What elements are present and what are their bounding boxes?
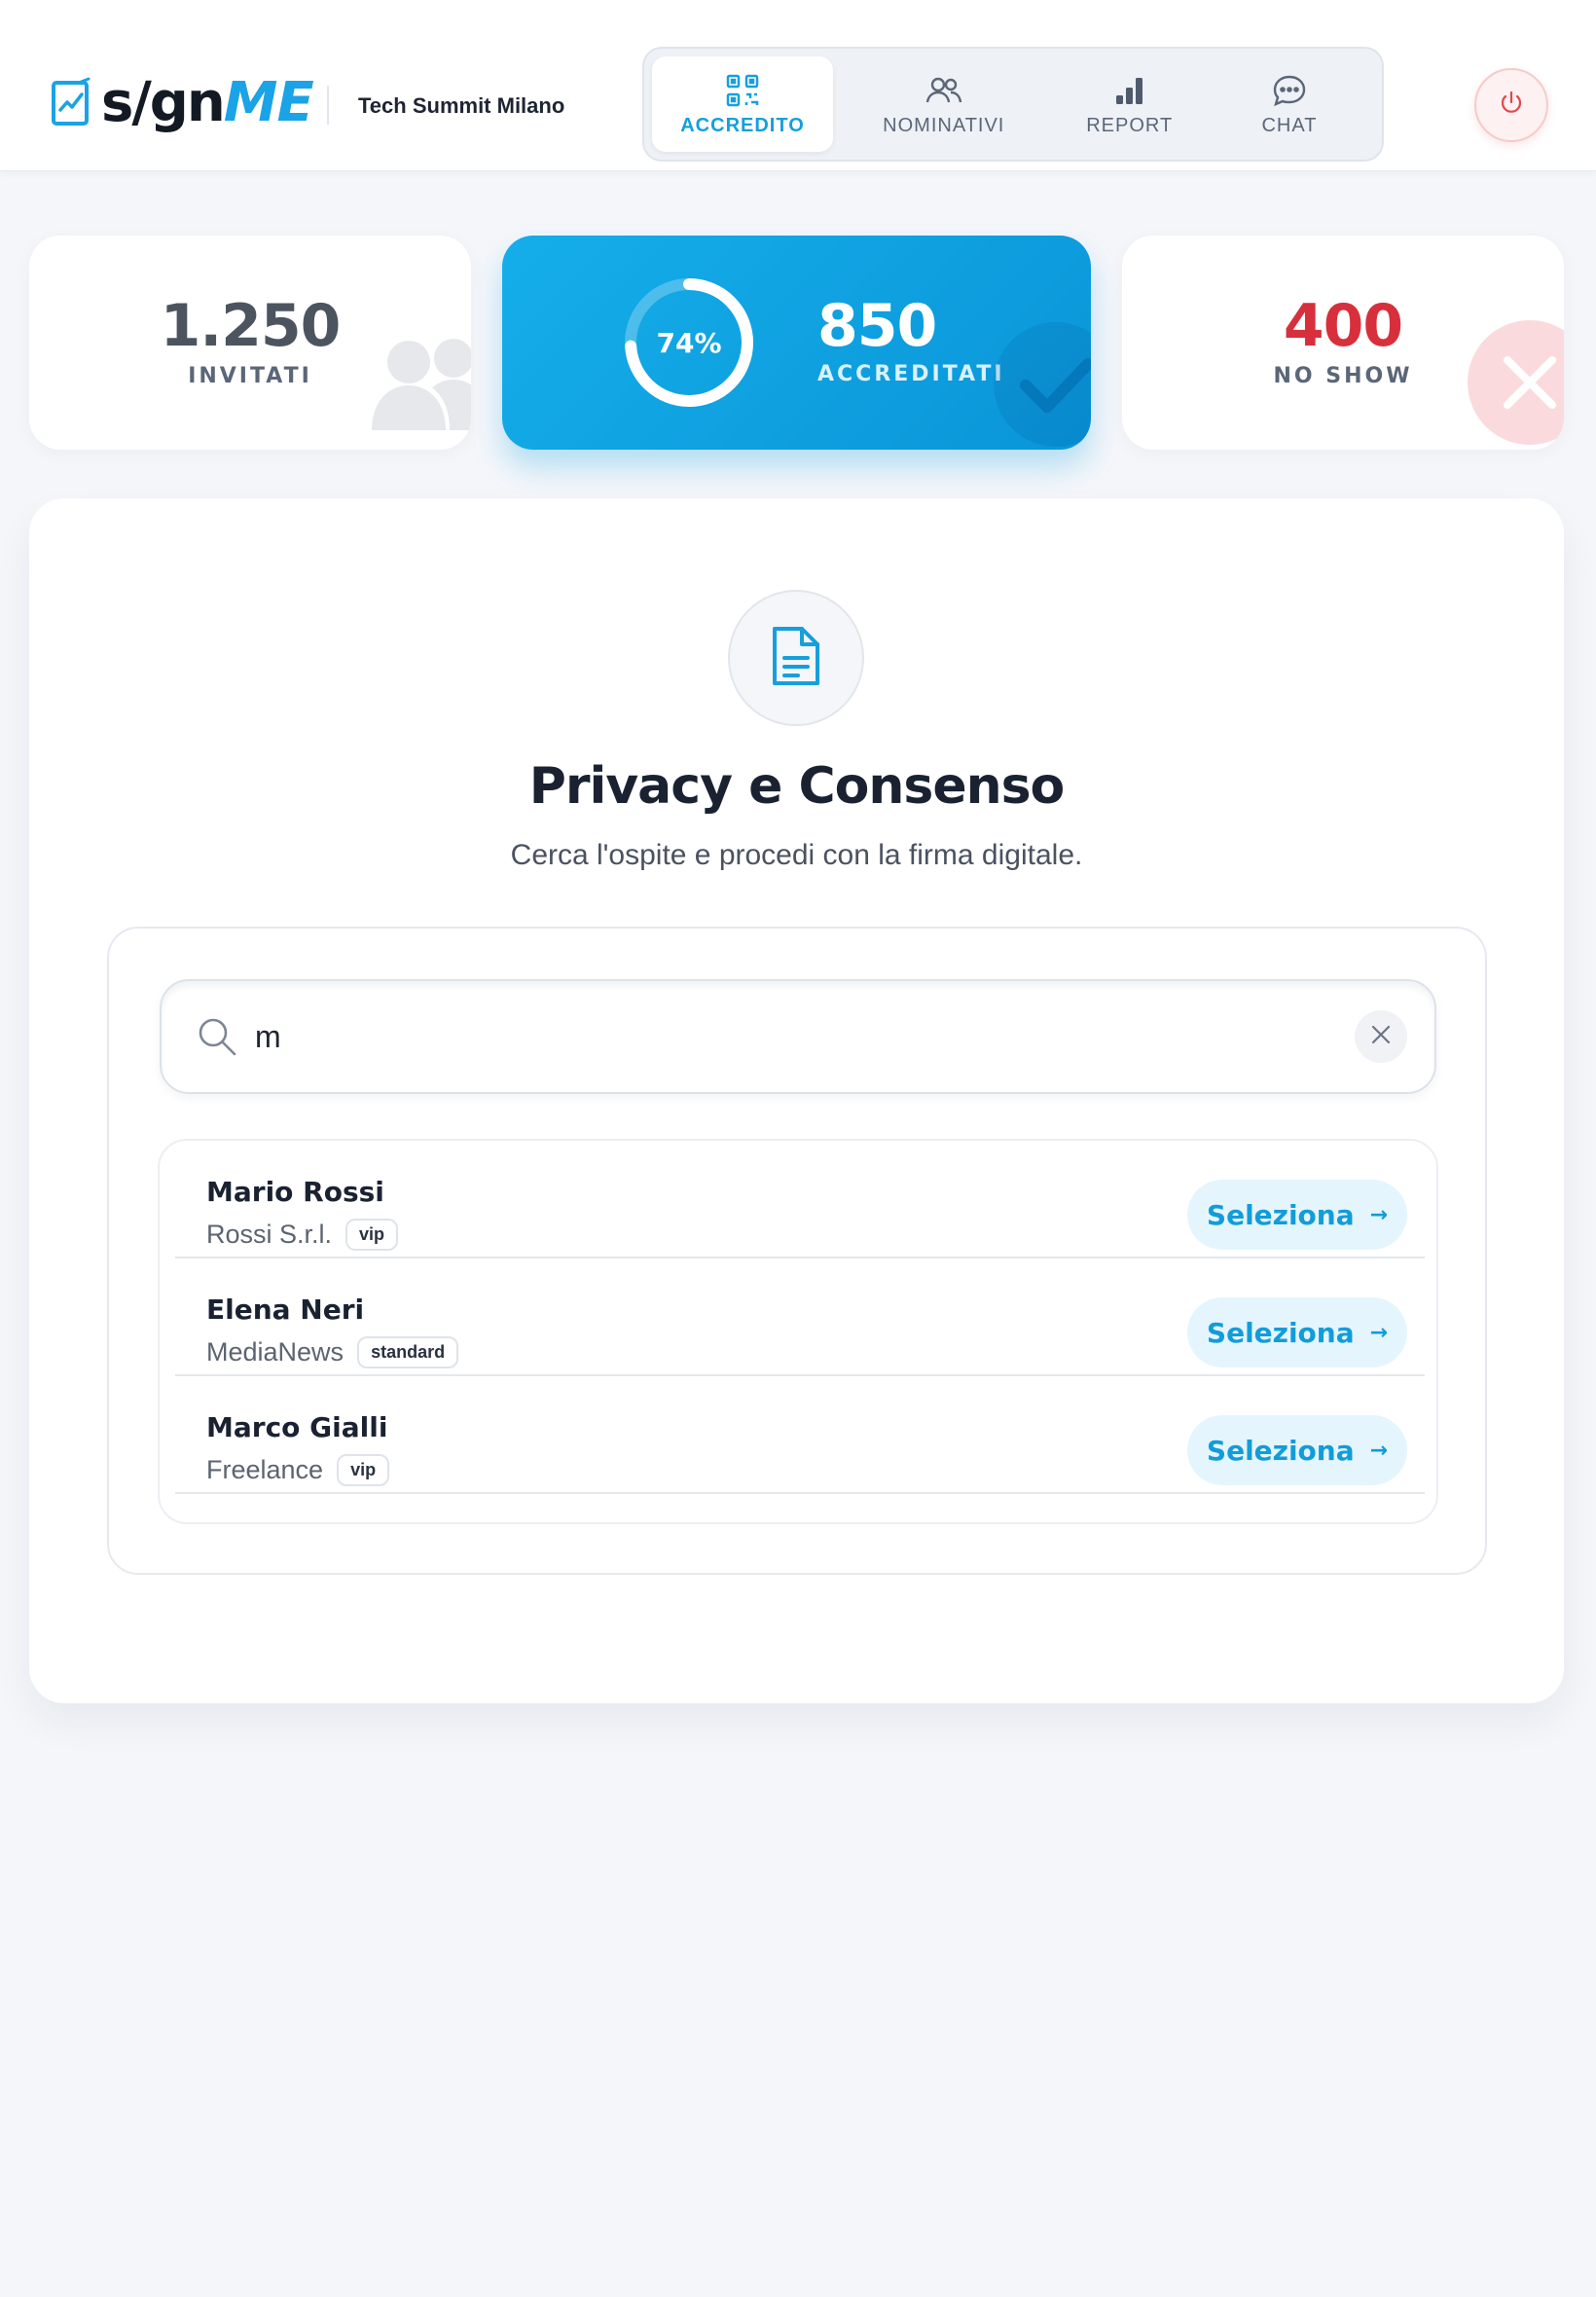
guest-name: Mario Rossi [206, 1176, 384, 1208]
close-icon [1467, 319, 1564, 450]
event-name: Tech Summit Milano [358, 93, 565, 118]
header-divider [327, 86, 329, 125]
qr-code-icon [725, 72, 760, 109]
app-logo[interactable]: s/gn ME [49, 68, 314, 136]
guest-type-badge: vip [337, 1454, 390, 1486]
users-icon [925, 72, 962, 109]
page-title: Privacy e Consenso [528, 757, 1066, 816]
guest-meta: MediaNews standard [206, 1336, 459, 1368]
stat-card-invited: 1.250 INVITATI [29, 236, 471, 450]
select-button-label: Seleziona [1206, 1434, 1355, 1467]
guest-company: Rossi S.r.l. [206, 1220, 333, 1249]
guest-type-badge: standard [357, 1336, 459, 1368]
document-badge [728, 590, 864, 726]
search-panel: Mario Rossi Rossi S.r.l. vip Seleziona →… [107, 927, 1487, 1575]
stat-card-accredited: 74% 850 ACCREDITATI [502, 236, 1091, 450]
stat-card-no-show: 400 NO SHOW [1122, 236, 1564, 450]
search-input[interactable] [255, 1010, 1306, 1063]
list-item: Elena Neri MediaNews standard Seleziona … [175, 1258, 1425, 1376]
tab-chat-label: CHAT [1261, 114, 1318, 136]
tab-accredito[interactable]: ACCREDITO [652, 56, 833, 152]
document-icon [769, 623, 823, 694]
arrow-right-icon: → [1369, 1320, 1389, 1345]
tab-nominativi[interactable]: NOMINATIVI [833, 56, 1055, 152]
main-nav: ACCREDITO NOMINATIVI REPORT CHAT [642, 47, 1384, 162]
bar-chart-icon [1113, 72, 1146, 109]
guest-name: Marco Gialli [206, 1411, 388, 1443]
privacy-consent-card: Privacy e Consenso Cerca l'ospite e proc… [29, 498, 1564, 1703]
search-results-list: Mario Rossi Rossi S.r.l. vip Seleziona →… [158, 1139, 1438, 1524]
logout-button[interactable] [1474, 68, 1548, 142]
accredited-label: ACCREDITATI [817, 362, 1005, 386]
logo-wordmark: s/gn ME [101, 70, 314, 134]
select-guest-button[interactable]: Seleziona → [1187, 1297, 1407, 1367]
app-header: s/gn ME Tech Summit Milano ACCREDITO NOM… [0, 0, 1596, 171]
signature-doc-icon [49, 75, 93, 129]
search-box [160, 979, 1436, 1094]
power-icon [1497, 89, 1526, 123]
tab-report-label: REPORT [1086, 114, 1174, 136]
tab-report[interactable]: REPORT [1055, 56, 1205, 152]
guest-company: MediaNews [206, 1337, 345, 1367]
clear-search-button[interactable] [1355, 1010, 1407, 1063]
arrow-right-icon: → [1369, 1202, 1389, 1227]
logo-text-sign: s/gn [101, 70, 226, 134]
accredited-count: 850 [817, 292, 937, 360]
select-button-label: Seleziona [1206, 1316, 1355, 1349]
chat-bubble-icon [1272, 72, 1307, 109]
tab-chat[interactable]: CHAT [1205, 56, 1374, 152]
tab-nominativi-label: NOMINATIVI [883, 114, 1005, 136]
guest-type-badge: vip [345, 1219, 399, 1251]
search-icon [197, 1016, 237, 1062]
list-item: Marco Gialli Freelance vip Seleziona → [175, 1376, 1425, 1494]
list-item: Mario Rossi Rossi S.r.l. vip Seleziona → [175, 1141, 1425, 1258]
logo-text-me: ME [223, 70, 314, 134]
guest-name: Elena Neri [206, 1294, 365, 1326]
guest-meta: Freelance vip [206, 1454, 390, 1486]
guest-meta: Rossi S.r.l. vip [206, 1219, 399, 1251]
close-icon [1369, 1023, 1393, 1051]
progress-percent: 74% [656, 326, 722, 359]
page-subtitle: Cerca l'ospite e procedi con la firma di… [510, 839, 1083, 871]
arrow-right-icon: → [1369, 1438, 1389, 1463]
tab-accredito-label: ACCREDITO [680, 114, 805, 136]
guest-company: Freelance [206, 1455, 324, 1484]
select-guest-button[interactable]: Seleziona → [1187, 1415, 1407, 1485]
check-icon [993, 321, 1091, 450]
users-icon [372, 333, 471, 445]
select-guest-button[interactable]: Seleziona → [1187, 1180, 1407, 1250]
select-button-label: Seleziona [1206, 1198, 1355, 1231]
